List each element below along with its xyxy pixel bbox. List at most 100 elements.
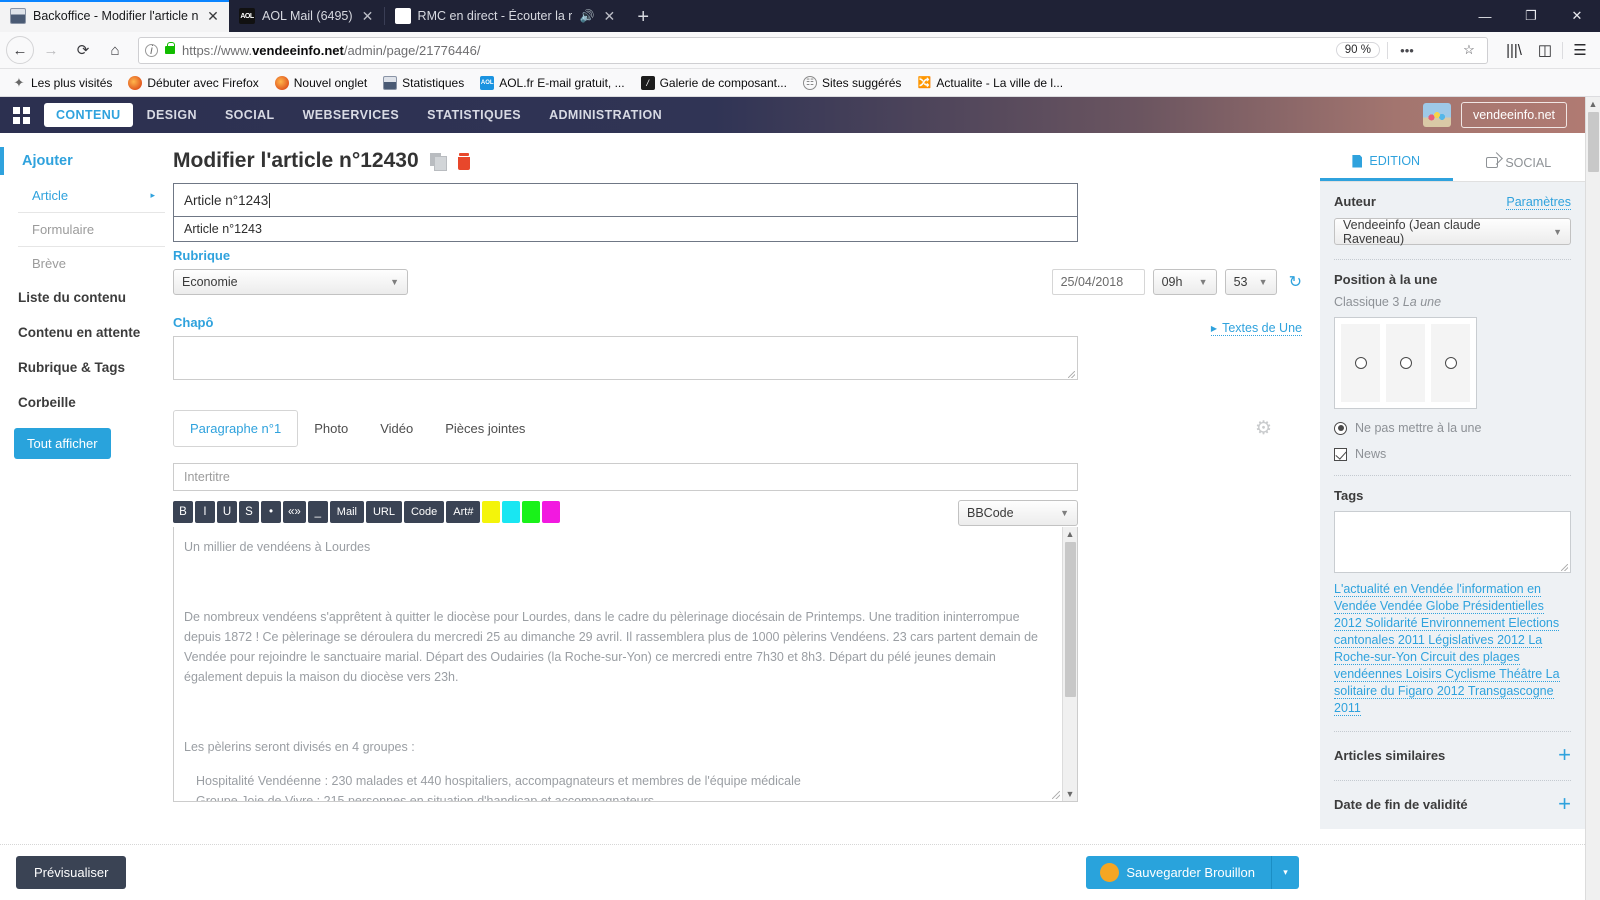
textes-de-une-link[interactable]: ▶ Textes de Une xyxy=(1211,321,1302,336)
position-column-1[interactable] xyxy=(1341,324,1380,402)
tab-edition[interactable]: EDITION xyxy=(1320,145,1453,181)
library-icon[interactable]: |||\ xyxy=(1500,42,1528,59)
sidebar-icon[interactable]: ◫ xyxy=(1531,41,1559,59)
forward-button[interactable]: → xyxy=(36,36,66,64)
strikethrough-button[interactable]: S xyxy=(239,501,259,523)
color-swatch-cyan[interactable] xyxy=(502,501,520,523)
position-radio-1[interactable] xyxy=(1355,357,1367,369)
nav-item-contenu[interactable]: CONTENU xyxy=(44,103,133,127)
line-button[interactable]: _ xyxy=(308,501,328,523)
bookmark-debuter-avec-firefox[interactable]: Débuter avec Firefox xyxy=(128,76,258,90)
home-button[interactable]: ⌂ xyxy=(100,36,130,64)
chapo-textarea[interactable] xyxy=(173,336,1078,380)
duplicate-icon[interactable] xyxy=(430,153,446,169)
sidebar-header-ajouter[interactable]: Ajouter xyxy=(0,147,165,175)
refresh-icon[interactable]: ↻ xyxy=(1289,272,1302,292)
plus-icon[interactable]: + xyxy=(1558,793,1571,815)
site-info-icon[interactable]: i xyxy=(145,44,158,57)
new-tab-button[interactable]: + xyxy=(625,2,661,32)
reload-button[interactable]: ⟳ xyxy=(68,36,98,64)
site-switch-button[interactable]: vendeeinfo.net xyxy=(1461,102,1567,128)
scrollbar-thumb[interactable] xyxy=(1588,112,1599,172)
settings-gear-icon[interactable]: ⚙ xyxy=(1255,417,1302,440)
browser-tab-rmc[interactable]: ▶ RMC en direct - Écouter la r 🔊 ✕ xyxy=(385,0,626,32)
nav-item-administration[interactable]: ADMINISTRATION xyxy=(535,97,676,133)
scrollbar-thumb[interactable] xyxy=(1065,542,1076,697)
bookmark-sites-suggeres[interactable]: ☷ Sites suggérés xyxy=(803,76,901,90)
color-swatch-yellow[interactable] xyxy=(482,501,500,523)
bullet-button[interactable]: • xyxy=(261,501,281,523)
option-ne-pas-mettre-a-la-une[interactable]: Ne pas mettre à la une xyxy=(1334,421,1571,435)
italic-button[interactable]: I xyxy=(195,501,215,523)
editor-resize-handle[interactable] xyxy=(1052,791,1060,799)
bookmark-aol[interactable]: AOL AOL.fr E-mail gratuit, ... xyxy=(480,76,624,90)
back-button[interactable]: ← xyxy=(6,36,34,64)
article-title-input[interactable]: Article n°1243 xyxy=(173,183,1078,217)
sidebar-item-breve[interactable]: Brève xyxy=(18,247,165,280)
page-actions-icon[interactable]: ••• xyxy=(1395,43,1419,58)
scroll-up-icon[interactable]: ▲ xyxy=(1589,97,1598,111)
scroll-down-icon[interactable]: ▼ xyxy=(1066,787,1075,801)
trash-icon[interactable] xyxy=(457,153,471,170)
nav-item-design[interactable]: DESIGN xyxy=(133,97,211,133)
bbcode-select[interactable]: BBCode ▼ xyxy=(958,500,1078,526)
bookmark-actualite[interactable]: 🔀 Actualite - La ville de l... xyxy=(917,76,1063,90)
publish-hour-select[interactable]: 09h ▼ xyxy=(1153,269,1217,295)
position-column-2[interactable] xyxy=(1386,324,1425,402)
articles-similaires-row[interactable]: Articles similaires + xyxy=(1334,744,1571,766)
sidebar-item-corbeille[interactable]: Corbeille xyxy=(0,385,165,420)
radio-selected-icon[interactable] xyxy=(1334,422,1347,435)
minimize-button[interactable]: — xyxy=(1462,0,1508,32)
tout-afficher-button[interactable]: Tout afficher xyxy=(14,428,111,459)
editor-scrollbar[interactable]: ▲ ▼ xyxy=(1062,527,1077,801)
publish-date-input[interactable]: 25/04/2018 xyxy=(1052,269,1145,295)
scroll-up-icon[interactable]: ▲ xyxy=(1066,527,1075,541)
sidebar-item-formulaire[interactable]: Formulaire xyxy=(18,213,165,247)
mail-button[interactable]: Mail xyxy=(330,501,364,523)
position-radio-3[interactable] xyxy=(1445,357,1457,369)
nav-item-webservices[interactable]: WEBSERVICES xyxy=(289,97,414,133)
intertitre-input[interactable]: Intertitre xyxy=(173,463,1078,491)
tab-video[interactable]: Vidéo xyxy=(364,411,429,446)
position-column-3[interactable] xyxy=(1431,324,1470,402)
publish-minute-select[interactable]: 53 ▼ xyxy=(1225,269,1277,295)
underline-button[interactable]: U xyxy=(217,501,237,523)
rubrique-select[interactable]: Economie ▼ xyxy=(173,269,408,295)
bookmark-nouvel-onglet[interactable]: Nouvel onglet xyxy=(275,76,367,90)
sidebar-item-article[interactable]: Article ▸ xyxy=(18,179,165,213)
address-bar[interactable]: i https://www.vendeeinfo.net/admin/page/… xyxy=(138,37,1488,64)
zoom-level-badge[interactable]: 90 % xyxy=(1336,42,1380,58)
checkbox-checked-icon[interactable] xyxy=(1334,448,1347,461)
nav-item-social[interactable]: SOCIAL xyxy=(211,97,289,133)
close-icon[interactable]: ✕ xyxy=(601,8,617,25)
close-icon[interactable]: ✕ xyxy=(205,8,221,25)
close-icon[interactable]: ✕ xyxy=(360,8,376,25)
url-button[interactable]: URL xyxy=(366,501,402,523)
auteur-select[interactable]: Vendeeinfo (Jean claude Raveneau) ▼ xyxy=(1334,218,1571,245)
tags-suggestion-text[interactable]: L'actualité en Vendée l'information en V… xyxy=(1334,582,1560,716)
article-ref-button[interactable]: Art# xyxy=(446,501,480,523)
previsualiser-button[interactable]: Prévisualiser xyxy=(16,856,126,889)
tags-suggestion-list[interactable]: L'actualité en Vendée l'information en V… xyxy=(1334,581,1571,717)
maximize-button[interactable]: ❐ xyxy=(1508,0,1554,32)
save-dropdown-button[interactable]: ▾ xyxy=(1271,856,1299,889)
browser-tab-aol-mail[interactable]: AOL AOL Mail (6495) ✕ xyxy=(229,0,384,32)
page-scrollbar[interactable]: ▲ xyxy=(1585,97,1600,900)
tab-paragraphe-1[interactable]: Paragraphe n°1 xyxy=(173,410,298,447)
close-window-button[interactable]: ✕ xyxy=(1554,0,1600,32)
sidebar-item-rubrique-tags[interactable]: Rubrique & Tags xyxy=(0,350,165,385)
article-body-editor[interactable]: Un millier de vendéens à Lourdes De nomb… xyxy=(173,527,1078,802)
tab-social[interactable]: SOCIAL xyxy=(1453,145,1586,181)
code-button[interactable]: Code xyxy=(404,501,444,523)
sauvegarder-brouillon-button[interactable]: Sauvegarder Brouillon xyxy=(1086,856,1271,889)
bookmark-star-icon[interactable]: ☆ xyxy=(1457,42,1481,58)
plus-icon[interactable]: + xyxy=(1558,744,1571,766)
sidebar-item-contenu-en-attente[interactable]: Contenu en attente xyxy=(0,315,165,350)
option-news[interactable]: News xyxy=(1334,447,1571,461)
position-radio-2[interactable] xyxy=(1400,357,1412,369)
bookmark-statistiques[interactable]: Statistiques xyxy=(383,76,464,90)
bookmark-galerie[interactable]: / Galerie de composant... xyxy=(641,76,787,90)
parametres-link[interactable]: Paramètres xyxy=(1506,195,1571,210)
browser-tab-backoffice[interactable]: Backoffice - Modifier l'article n ✕ xyxy=(0,0,229,32)
tags-textarea[interactable] xyxy=(1334,511,1571,573)
